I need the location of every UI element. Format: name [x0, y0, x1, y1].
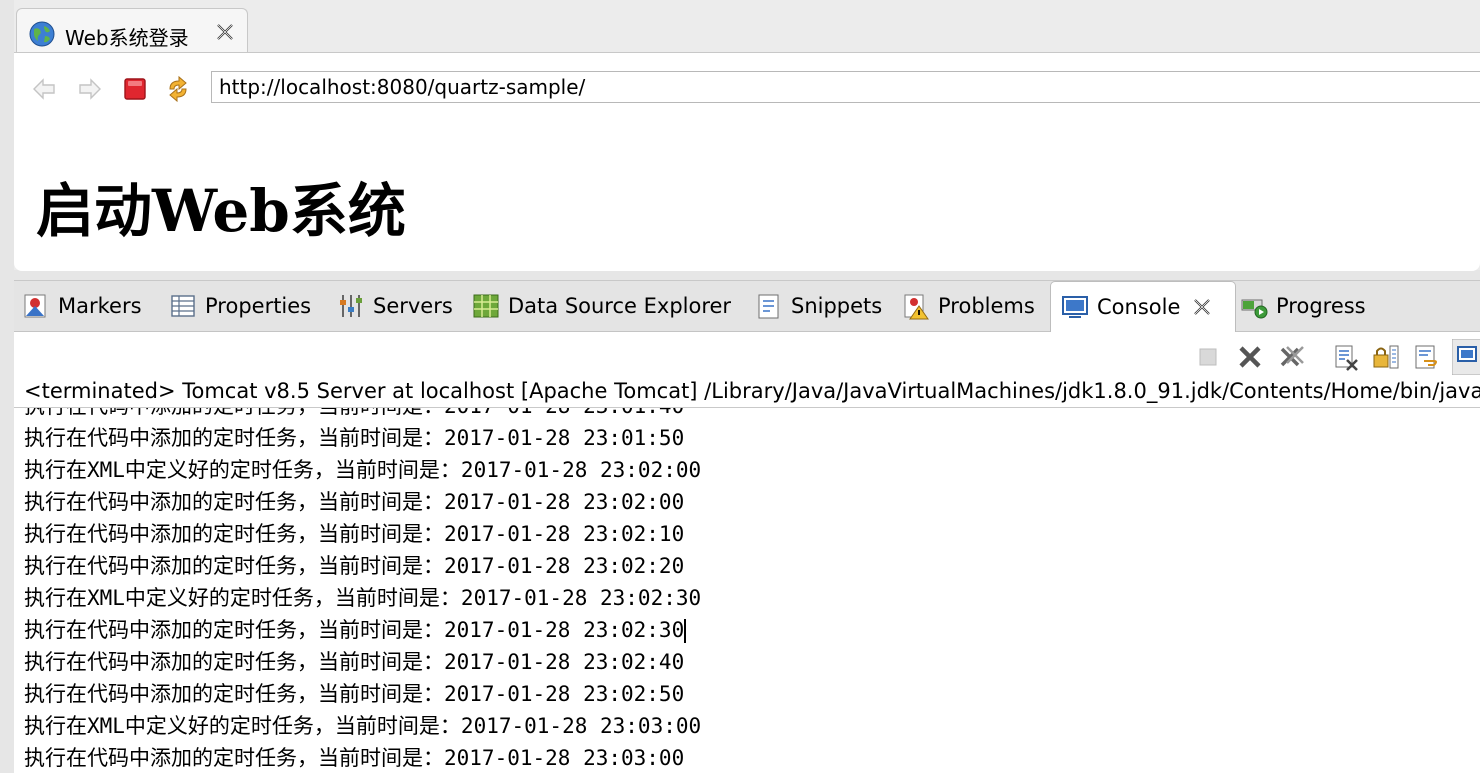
console-icon [1062, 296, 1088, 318]
tab-progress-label: Progress [1276, 294, 1366, 318]
tab-snippets-label: Snippets [791, 294, 883, 318]
tab-markers-label: Markers [58, 294, 142, 318]
tab-properties[interactable]: Properties [169, 281, 311, 331]
tab-properties-label: Properties [205, 294, 312, 318]
url-input[interactable]: http://localhost:8080/quartz-sample/ [211, 71, 1480, 103]
markers-icon [24, 294, 46, 318]
tab-data-source-explorer[interactable]: Data Source Explorer [472, 281, 731, 331]
views-panel: Markers Properties Servers Data Source E… [14, 280, 1480, 773]
scroll-lock-icon[interactable] [1372, 343, 1400, 371]
clear-console-icon[interactable] [1332, 343, 1360, 371]
console-line: 执行在代码中添加的定时任务，当前时间是：2017-01-28 23:02:10 [24, 522, 685, 546]
servers-icon [340, 295, 362, 317]
tab-problems[interactable]: Problems [902, 281, 1035, 331]
tab-data-source-explorer-label: Data Source Explorer [508, 294, 732, 318]
console-line: 执行在代码中添加的定时任务，当前时间是：2017-01-28 23:02:00 [24, 490, 685, 514]
text-cursor [684, 619, 687, 643]
problems-icon [904, 294, 929, 320]
page-title: 启动Web系统 [36, 177, 406, 245]
stop-icon[interactable] [121, 75, 149, 103]
tab-progress[interactable]: Progress [1240, 281, 1366, 331]
close-icon[interactable] [1192, 297, 1212, 317]
back-arrow-icon[interactable] [30, 75, 58, 103]
tab-snippets[interactable]: Snippets [755, 281, 882, 331]
word-wrap-icon[interactable] [1412, 343, 1440, 371]
snippets-icon [758, 294, 779, 319]
console-process-label: <terminated> Tomcat v8.5 Server at local… [24, 379, 1480, 403]
terminate-icon[interactable] [1194, 343, 1222, 371]
tab-problems-label: Problems [938, 294, 1035, 318]
console-line: 执行在XML中定义好的定时任务，当前时间是：2017-01-28 23:03:0… [24, 714, 702, 738]
console-output[interactable]: 执行在代码中添加的定时任务，当前时间是：2017-01-28 23:01:40 … [14, 408, 1480, 773]
console-line: 执行在代码中添加的定时任务，当前时间是：2017-01-28 23:01:40 [24, 408, 701, 422]
remove-launch-icon[interactable] [1236, 343, 1264, 371]
browser-pane: http://localhost:8080/quartz-sample/ 启动W… [14, 52, 1480, 271]
console-line: 执行在代码中添加的定时任务，当前时间是：2017-01-28 23:02:40 [24, 650, 685, 674]
browser-editor: Web系统登录 http://localhost:8080/quartz-sam… [14, 0, 1480, 271]
console-toolbar [1180, 339, 1480, 375]
console-line: 执行在代码中添加的定时任务，当前时间是：2017-01-28 23:03:00 [24, 746, 685, 770]
tab-servers[interactable]: Servers [337, 281, 453, 331]
display-console-icon[interactable] [1452, 339, 1480, 375]
globe-icon [29, 21, 55, 47]
progress-icon [1241, 299, 1268, 319]
console-line: 执行在代码中添加的定时任务，当前时间是：2017-01-28 23:01:50 [24, 426, 685, 450]
forward-arrow-icon[interactable] [76, 75, 104, 103]
console-line: 执行在代码中添加的定时任务，当前时间是：2017-01-28 23:02:50 [24, 682, 685, 706]
tab-markers[interactable]: Markers [22, 281, 142, 331]
console-line: 执行在代码中添加的定时任务，当前时间是：2017-01-28 23:02:20 [24, 554, 685, 578]
editor-tab-web-login[interactable]: Web系统登录 [16, 8, 248, 54]
properties-icon [171, 295, 195, 317]
tab-servers-label: Servers [373, 294, 453, 318]
console-line: 执行在XML中定义好的定时任务，当前时间是：2017-01-28 23:02:3… [24, 586, 702, 610]
close-icon[interactable] [215, 22, 235, 42]
refresh-icon[interactable] [164, 75, 192, 103]
remove-all-terminated-icon[interactable] [1278, 343, 1306, 371]
console-line: 执行在代码中添加的定时任务，当前时间是：2017-01-28 23:02:30 [24, 618, 687, 643]
tab-console-label: Console [1097, 295, 1181, 319]
data-source-explorer-icon [473, 294, 499, 318]
view-tab-bar: Markers Properties Servers Data Source E… [14, 281, 1480, 332]
console-line: 执行在XML中定义好的定时任务，当前时间是：2017-01-28 23:02:0… [24, 458, 702, 482]
tab-console[interactable]: Console [1050, 281, 1236, 332]
editor-tab-label: Web系统登录 [65, 26, 189, 50]
editor-tab-bar: Web系统登录 [14, 0, 1480, 54]
